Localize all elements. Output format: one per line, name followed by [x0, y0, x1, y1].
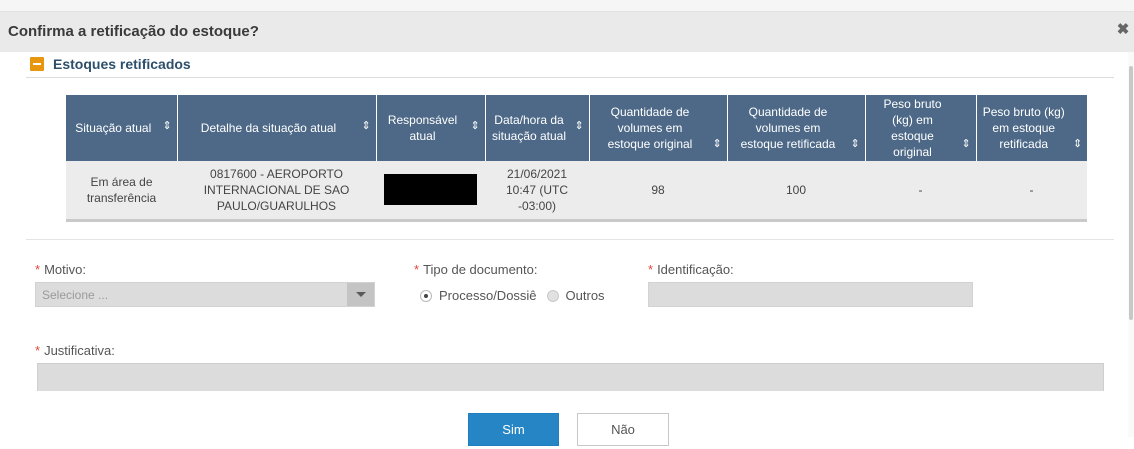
motivo-placeholder: Selecione ...: [42, 288, 109, 302]
radio-outros-label[interactable]: Outros: [566, 288, 605, 303]
required-mark: *: [648, 262, 654, 277]
sort-icon[interactable]: ⇕: [471, 121, 480, 132]
column-header-responsavel[interactable]: Responsável atual ⇕: [376, 95, 486, 161]
stock-table: Situação atual ⇕ Detalhe da situação atua…: [66, 95, 1087, 222]
dialog-title: Confirma a retificação do estoque?: [8, 23, 259, 40]
chevron-down-icon[interactable]: [347, 283, 374, 306]
column-label: Detalhe da situação atual: [200, 121, 337, 135]
cell-data-hora: 21/06/2021 10:47 (UTC -03:00): [485, 161, 589, 222]
required-mark: *: [35, 262, 41, 277]
close-icon[interactable]: ✖: [1116, 22, 1130, 37]
cell-responsavel: [376, 161, 485, 222]
column-label: Responsável atual: [387, 113, 458, 143]
tipo-documento-radio-group: Processo/Dossiê Outros: [420, 288, 605, 303]
motivo-label: * Motivo:: [35, 262, 86, 277]
column-header-qtd-retificada[interactable]: Quantidade de volumes em estoque retific…: [727, 95, 866, 161]
cell-detalhe: 0817600 - AEROPORTO INTERNACIONAL DE SAO…: [177, 161, 376, 222]
radio-processo-dossie[interactable]: [420, 289, 432, 302]
background-page-strip: [0, 0, 1134, 12]
required-mark: *: [35, 343, 41, 358]
column-header-situacao[interactable]: Situação atual ⇕: [66, 95, 178, 161]
form-divider: [26, 239, 1114, 240]
tipo-documento-label-text: Tipo de documento:: [423, 262, 538, 277]
section-divider: [26, 77, 1114, 78]
radio-outros[interactable]: [546, 289, 559, 302]
table-header-row: Situação atual ⇕ Detalhe da situação atua…: [66, 95, 1087, 161]
column-label: Quantidade de volumes em estoque origina…: [607, 105, 693, 151]
footer-area: [0, 391, 1128, 449]
radio-processo-dossie-label[interactable]: Processo/Dossiê: [439, 288, 537, 303]
cell-peso-retificada: -: [976, 161, 1087, 222]
cell-peso-original: -: [865, 161, 976, 222]
table-row: Em área de transferência 0817600 - AEROP…: [66, 161, 1087, 222]
identificacao-label: * Identificação:: [648, 262, 734, 277]
dialog-titlebar: Confirma a retificação do estoque? ✖: [0, 12, 1134, 52]
column-label: Data/hora da situação atual: [491, 113, 567, 143]
identificacao-input[interactable]: [648, 282, 973, 307]
sort-icon[interactable]: ⇕: [1073, 139, 1082, 150]
column-header-detalhe[interactable]: Detalhe da situação atual ⇕: [177, 95, 377, 161]
column-header-peso-retificada[interactable]: Peso bruto (kg) em estoque retificada ⇕: [976, 95, 1087, 161]
section-header: Estoques retificados: [30, 54, 191, 74]
sort-icon[interactable]: ⇕: [575, 121, 584, 132]
section-title: Estoques retificados: [53, 56, 191, 72]
collapse-minus-icon[interactable]: [30, 57, 44, 71]
column-label: Peso bruto (kg) em estoque original: [883, 97, 942, 159]
sort-icon[interactable]: ⇕: [362, 121, 371, 132]
motivo-select[interactable]: Selecione ...: [35, 282, 375, 307]
column-header-data-hora[interactable]: Data/hora da situação atual ⇕: [485, 95, 590, 161]
redacted-block: [384, 174, 477, 206]
cell-qtd-retificada: 100: [727, 161, 865, 222]
column-header-qtd-original[interactable]: Quantidade de volumes em estoque origina…: [589, 95, 728, 161]
identificacao-label-text: Identificação:: [657, 262, 734, 277]
cancel-button[interactable]: Não: [577, 413, 669, 446]
motivo-label-text: Motivo:: [44, 262, 86, 277]
sort-icon[interactable]: ⇕: [962, 139, 971, 150]
column-label: Situação atual: [75, 121, 152, 135]
sort-icon[interactable]: ⇕: [163, 121, 172, 132]
column-label: Quantidade de volumes em estoque retific…: [740, 105, 836, 151]
column-label: Peso bruto (kg) em estoque retificada: [982, 105, 1065, 151]
tipo-documento-label: * Tipo de documento:: [414, 262, 538, 277]
sort-icon[interactable]: ⇕: [851, 139, 860, 150]
confirm-button[interactable]: Sim: [468, 413, 559, 446]
required-mark: *: [414, 262, 420, 277]
justificativa-label: * Justificativa:: [35, 343, 115, 358]
cell-qtd-original: 98: [589, 161, 727, 222]
justificativa-label-text: Justificativa:: [44, 343, 115, 358]
sort-icon[interactable]: ⇕: [713, 139, 722, 150]
column-header-peso-original[interactable]: Peso bruto (kg) em estoque original ⇕: [865, 95, 977, 161]
cell-situacao: Em área de transferência: [66, 161, 177, 222]
scrollbar-thumb[interactable]: [1129, 66, 1133, 320]
